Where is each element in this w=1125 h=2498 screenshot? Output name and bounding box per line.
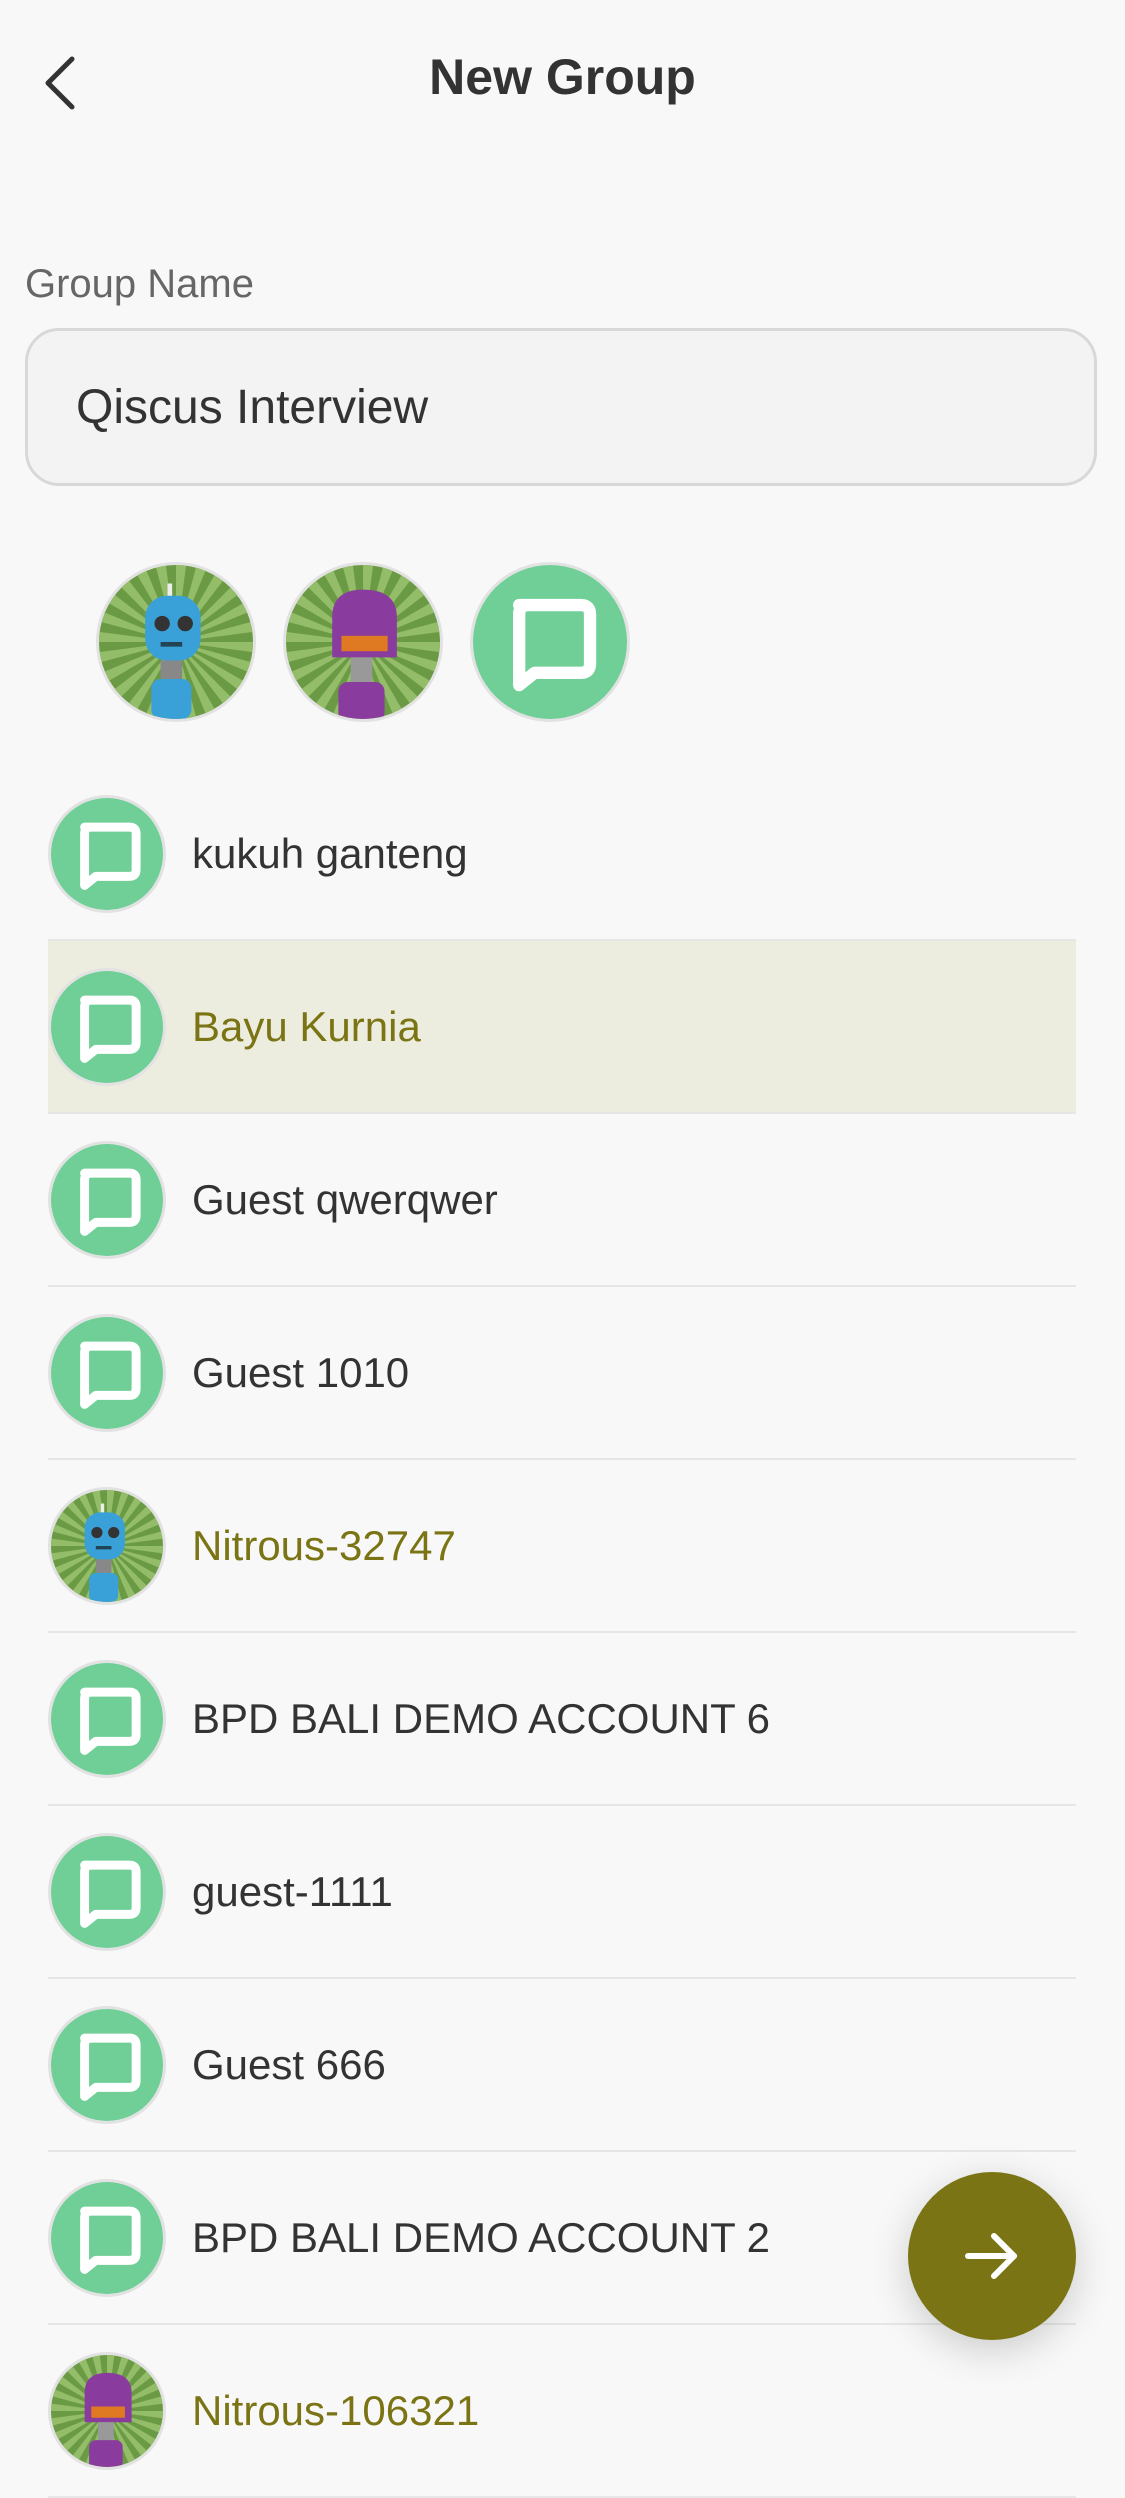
qiscus-logo-avatar[interactable] (470, 562, 630, 722)
contact-name: Guest qwerqwer (192, 1175, 498, 1223)
contact-item[interactable]: guest-1111 (48, 1806, 1076, 1979)
qiscus-logo-avatar (48, 2178, 166, 2297)
qiscus-logo-avatar (48, 794, 166, 913)
qiscus-logo-avatar (48, 1313, 166, 1432)
purple-robot-avatar (48, 2351, 166, 2470)
blue-robot-avatar[interactable] (96, 562, 256, 722)
app-bar: New Group (0, 0, 1125, 170)
qiscus-logo-avatar (48, 967, 166, 1086)
group-name-label: Group Name (25, 262, 254, 306)
qiscus-logo-avatar (48, 1140, 166, 1259)
contact-name: BPD BALI DEMO ACCOUNT 6 (192, 1694, 771, 1742)
purple-robot-avatar[interactable] (283, 562, 443, 722)
contact-name: kukuh ganteng (192, 829, 468, 877)
group-name-input[interactable] (76, 331, 1056, 483)
contact-item[interactable]: kukuh ganteng (48, 768, 1076, 941)
contact-item[interactable]: BPD BALI DEMO ACCOUNT 6 (48, 1633, 1076, 1806)
contact-item[interactable]: Nitrous-32747 (48, 1460, 1076, 1633)
contact-item[interactable]: Nitrous-106321 (48, 2325, 1076, 2498)
selected-members (96, 562, 630, 722)
contact-name: guest-1111 (192, 1867, 393, 1915)
qiscus-logo-avatar (48, 2005, 166, 2124)
page-title: New Group (429, 49, 696, 105)
contact-name: Guest 1010 (192, 1348, 410, 1396)
contact-item[interactable]: Bayu Kurnia (48, 941, 1076, 1114)
contact-item[interactable]: Guest 1010 (48, 1287, 1076, 1460)
contact-name: BPD BALI DEMO ACCOUNT 2 (192, 2213, 771, 2261)
next-button[interactable] (908, 2172, 1076, 2340)
blue-robot-avatar (48, 1486, 166, 1605)
contact-item[interactable]: Guest qwerqwer (48, 1114, 1076, 1287)
contact-name: Guest 666 (192, 2040, 386, 2088)
qiscus-logo-avatar (48, 1832, 166, 1951)
contact-name: Nitrous-32747 (192, 1521, 456, 1569)
group-name-field[interactable] (25, 328, 1097, 486)
contact-item[interactable]: Guest 666 (48, 1979, 1076, 2152)
qiscus-logo-avatar (48, 1659, 166, 1778)
arrow-right-icon (960, 2224, 1024, 2288)
contact-name: Bayu Kurnia (192, 1002, 421, 1050)
contact-name: Nitrous-106321 (192, 2386, 480, 2434)
